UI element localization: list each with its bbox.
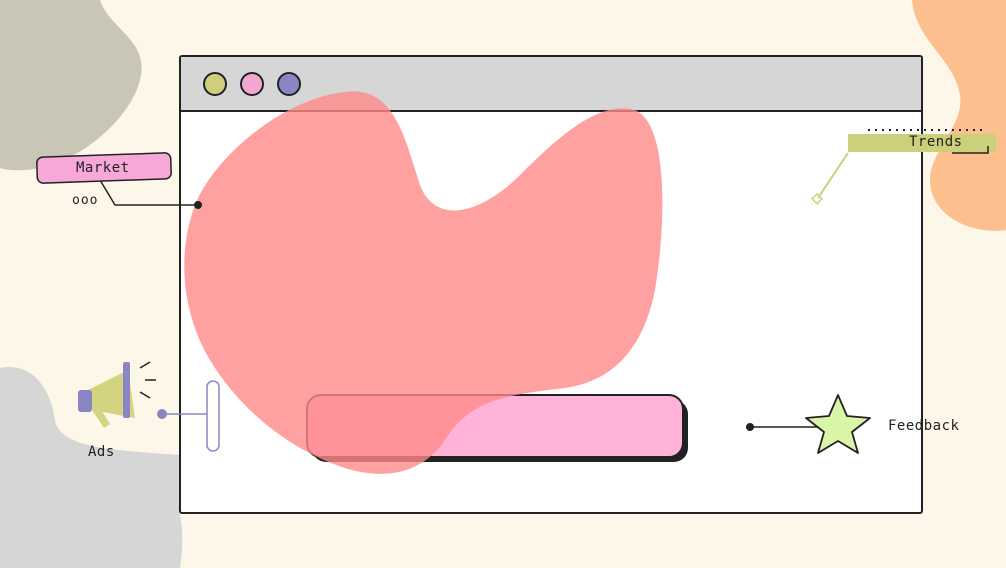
feedback-label: Feedback <box>888 418 960 434</box>
illustration-overlay <box>36 91 996 474</box>
trends-connector <box>817 152 849 199</box>
scroll-handle[interactable] <box>206 380 220 452</box>
market-more-dots[interactable]: ooo <box>72 193 98 208</box>
ads-label: Ads <box>88 444 115 460</box>
star-icon <box>805 394 871 454</box>
ads-connector-dot <box>157 409 167 419</box>
market-label: Market <box>76 160 130 176</box>
trends-label: Trends <box>909 134 963 150</box>
feedback-connector-dot <box>746 423 754 431</box>
megaphone-icon <box>78 361 156 428</box>
market-connector-dot <box>194 201 202 209</box>
market-connector <box>99 179 198 206</box>
